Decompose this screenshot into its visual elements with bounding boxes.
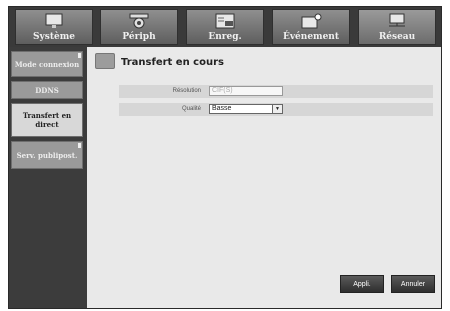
sidebar-item-serv-publipost[interactable]: Serv. publipost.: [11, 141, 83, 169]
dvr-menu-window: Système Périph Enreg. Événement Réseau M…: [8, 6, 442, 309]
tab-label: Enreg.: [208, 32, 242, 42]
scroll-indicator-icon: [78, 143, 81, 148]
apply-button[interactable]: Appli.: [340, 275, 384, 293]
quality-value: Basse: [212, 105, 232, 112]
resolution-row: Résolution CIF(S): [119, 85, 433, 98]
camera-device-icon: [129, 13, 149, 29]
quality-row: Qualité Basse ▼: [119, 103, 433, 116]
tab-label: Événement: [282, 32, 340, 42]
resolution-label: Résolution: [172, 88, 201, 94]
cancel-button[interactable]: Annuler: [391, 275, 435, 293]
sidebar-item-ddns[interactable]: DDNS: [11, 81, 83, 99]
sidebar-item-label: Serv. publipost.: [16, 150, 78, 160]
tab-reseau[interactable]: Réseau: [358, 9, 436, 45]
network-computer-icon: [389, 13, 405, 27]
transfer-header-icon: [95, 53, 115, 69]
tab-evenement[interactable]: Événement: [272, 9, 350, 45]
rec-record-icon: [215, 13, 235, 29]
sidebar-item-transfert-direct[interactable]: Transfert en direct: [11, 103, 83, 137]
scroll-indicator-icon: [78, 53, 81, 58]
main-panel: Transfert en cours Résolution CIF(S) Qua…: [87, 47, 441, 308]
page-title: Transfert en cours: [121, 57, 224, 68]
quality-select[interactable]: Basse ▼: [209, 104, 283, 114]
tab-enreg[interactable]: Enreg.: [186, 9, 264, 45]
chevron-down-icon[interactable]: ▼: [272, 105, 282, 113]
resolution-field: CIF(S): [209, 86, 283, 96]
tab-systeme[interactable]: Système: [15, 9, 93, 45]
tab-periph[interactable]: Périph: [100, 9, 178, 45]
tab-label: Réseau: [378, 32, 416, 42]
tab-label: Périph: [122, 32, 156, 42]
sidebar-item-mode-connexion[interactable]: Mode connexion: [11, 51, 83, 77]
system-monitor-icon: [45, 13, 63, 28]
sidebar-item-label: Transfert en direct: [22, 111, 72, 129]
sidebar-item-label: DDNS: [35, 85, 59, 95]
sidebar-item-label: Mode connexion: [14, 59, 80, 69]
quality-label: Qualité: [181, 106, 201, 112]
sidebar: Mode connexion DDNS Transfert en direct …: [9, 47, 87, 308]
tab-label: Système: [33, 32, 75, 42]
top-tab-bar: Système Périph Enreg. Événement Réseau: [9, 7, 441, 47]
event-alarm-icon: [301, 13, 322, 29]
